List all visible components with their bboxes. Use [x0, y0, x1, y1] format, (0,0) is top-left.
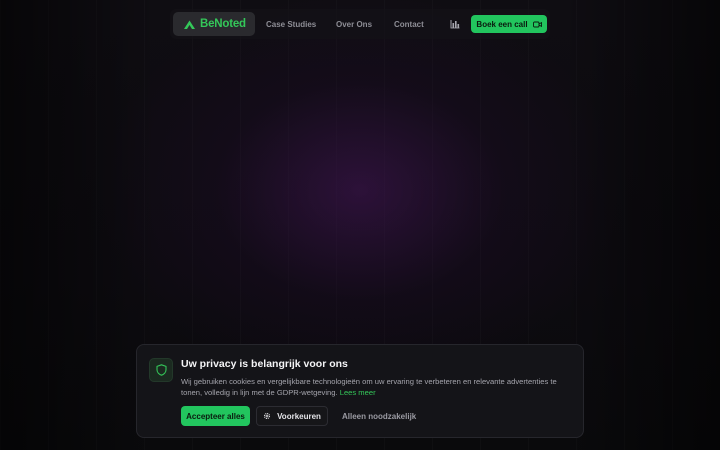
book-call-label: Boek een call [476, 19, 528, 29]
shield-badge [149, 358, 173, 382]
video-camera-icon [532, 21, 542, 27]
bar-chart-icon[interactable] [450, 19, 460, 29]
nav-link-over-ons[interactable]: Over Ons [336, 20, 372, 29]
nav-link-case-studies[interactable]: Case Studies [266, 20, 316, 29]
necessary-only-button[interactable]: Alleen noodzakelijk [336, 406, 422, 426]
preferences-button[interactable]: Voorkeuren [256, 406, 328, 426]
read-more-link[interactable]: Lees meer [340, 388, 376, 397]
preferences-label: Voorkeuren [277, 411, 321, 421]
nav-link-contact[interactable]: Contact [394, 20, 424, 29]
gear-icon [264, 412, 271, 420]
logo-mark-icon [184, 20, 195, 29]
book-call-button[interactable]: Boek een call [471, 15, 547, 33]
cookie-title: Uw privacy is belangrijk voor ons [181, 358, 348, 370]
cookie-description: Wij gebruiken cookies en vergelijkbare t… [181, 376, 571, 398]
logo[interactable]: BeNoted [173, 12, 255, 36]
shield-icon [155, 364, 167, 376]
accept-all-button[interactable]: Accepteer alles [181, 406, 250, 426]
cookie-banner: Uw privacy is belangrijk voor ons Wij ge… [136, 344, 584, 438]
logo-text: BeNoted [200, 18, 246, 30]
